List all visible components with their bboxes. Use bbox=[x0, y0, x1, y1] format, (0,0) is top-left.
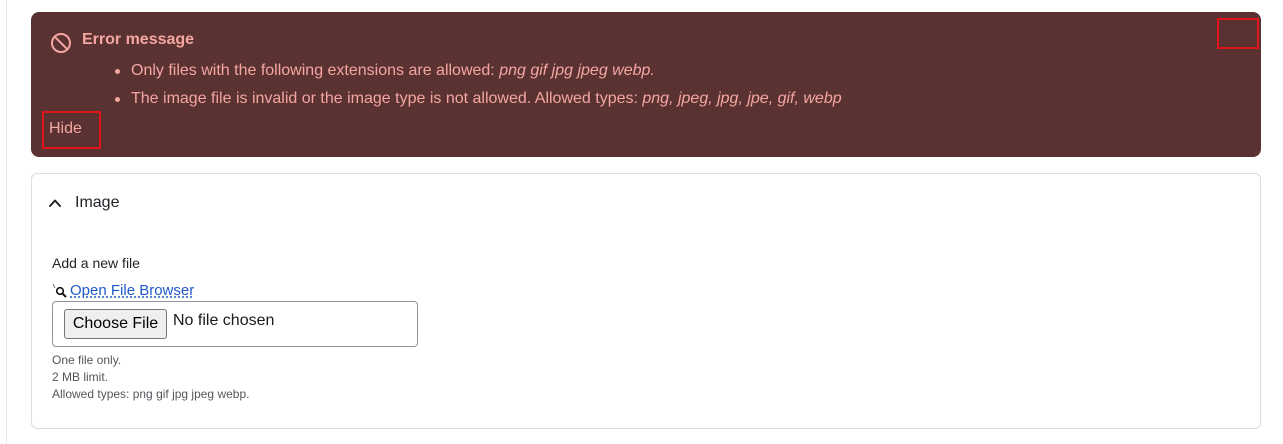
hide-button[interactable]: Hide bbox=[42, 111, 101, 149]
page-left-border bbox=[6, 0, 7, 444]
help-text-types: Allowed types: png gif jpg jpeg webp. bbox=[52, 387, 250, 401]
magnifier-icon bbox=[52, 283, 67, 298]
panel-title: Image bbox=[75, 194, 120, 211]
prohibited-icon bbox=[51, 33, 71, 53]
choose-file-button[interactable]: Choose File bbox=[64, 309, 167, 339]
error-item-suffix: . bbox=[650, 62, 655, 79]
file-status: No file chosen bbox=[173, 312, 275, 329]
error-item-extensions: png, jpeg, jpg, jpe, gif, webp bbox=[642, 90, 842, 107]
help-text-size: 2 MB limit. bbox=[52, 370, 109, 384]
dismiss-message-button[interactable] bbox=[1217, 18, 1259, 49]
error-item: The image file is invalid or the image t… bbox=[115, 88, 842, 116]
error-item-text: The image file is invalid or the image t… bbox=[131, 90, 643, 107]
open-file-browser-link[interactable]: Open File Browser bbox=[52, 282, 194, 299]
file-browser-label[interactable]: Open File Browser bbox=[70, 282, 194, 299]
error-title: Error message bbox=[82, 31, 195, 48]
field-label: Add a new file bbox=[52, 255, 140, 271]
help-text-count: One file only. bbox=[52, 353, 122, 367]
error-item: Only files with the following extensions… bbox=[115, 60, 842, 88]
error-item-extensions: png gif jpg jpeg webp bbox=[499, 62, 651, 79]
image-panel-toggle[interactable]: Image bbox=[47, 190, 119, 216]
error-item-text: Only files with the following extensions… bbox=[131, 62, 500, 79]
chevron-up-icon bbox=[49, 199, 61, 207]
error-list: Only files with the following extensions… bbox=[115, 60, 842, 116]
